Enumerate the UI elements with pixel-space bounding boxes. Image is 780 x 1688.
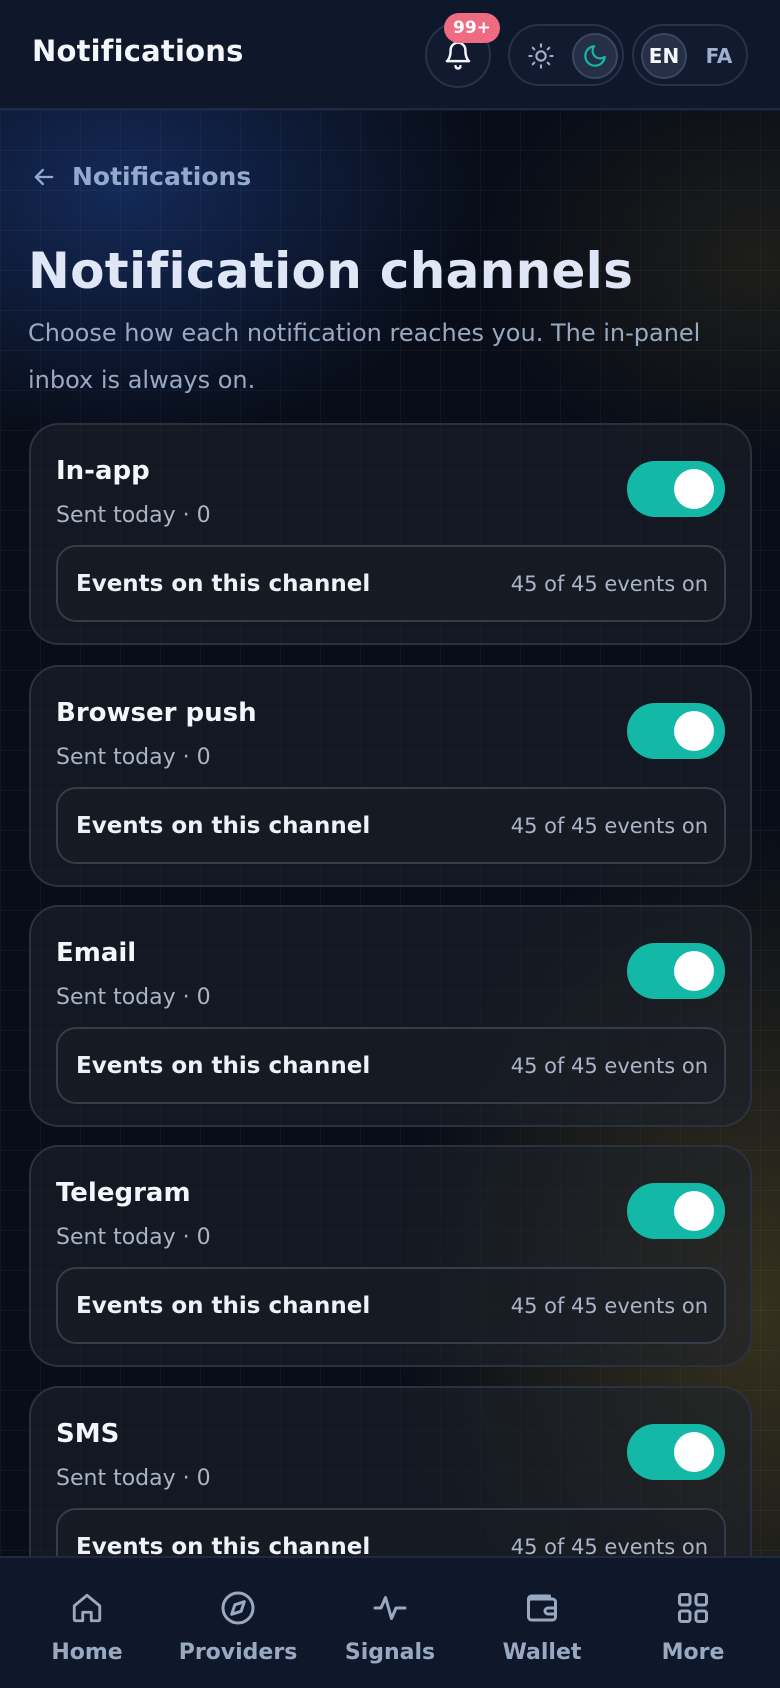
events-label: Events on this channel [76, 1534, 371, 1556]
activity-icon [370, 1588, 410, 1628]
events-label: Events on this channel [76, 813, 371, 839]
events-label: Events on this channel [76, 1053, 371, 1079]
channel-toggle[interactable] [627, 461, 725, 517]
channel-card-in-app: In-app Sent today · 0 Events on this cha… [29, 423, 752, 645]
nav-label: Providers [178, 1640, 298, 1665]
channel-card-telegram: Telegram Sent today · 0 Events on this c… [29, 1145, 752, 1367]
language-en-option[interactable]: EN [641, 33, 687, 79]
channel-events-row[interactable]: Events on this channel 45 of 45 events o… [56, 787, 726, 864]
events-count: 45 of 45 events on [510, 572, 708, 596]
channel-card-email: Email Sent today · 0 Events on this chan… [29, 905, 752, 1127]
page-subtitle: Choose how each notification reaches you… [28, 319, 701, 394]
channel-sent-today: Sent today · 0 [56, 503, 211, 528]
channel-name: Telegram [56, 1178, 191, 1208]
toggle-knob [674, 951, 714, 991]
channel-events-row[interactable]: Events on this channel 45 of 45 events o… [56, 1027, 726, 1104]
toggle-knob [674, 711, 714, 751]
nav-item-signals[interactable]: Signals [320, 1558, 460, 1688]
channel-name: Browser push [56, 698, 257, 728]
events-label: Events on this channel [76, 1293, 371, 1319]
channel-card-browser-push: Browser push Sent today · 0 Events on th… [29, 665, 752, 887]
language-fa-option[interactable]: FA [696, 33, 742, 79]
theme-toggle[interactable] [508, 24, 624, 86]
events-count: 45 of 45 events on [510, 1054, 708, 1078]
nav-item-providers[interactable]: Providers [168, 1558, 308, 1688]
light-theme-option[interactable] [524, 39, 558, 73]
toggle-knob [674, 1191, 714, 1231]
channel-events-row[interactable]: Events on this channel 45 of 45 events o… [56, 1267, 726, 1344]
grid-icon [673, 1588, 713, 1628]
sun-icon [528, 43, 554, 69]
nav-label: More [661, 1640, 725, 1665]
compass-icon [218, 1588, 258, 1628]
nav-label: Signals [344, 1640, 436, 1665]
channel-name: Email [56, 938, 137, 968]
channel-name: In-app [56, 456, 150, 486]
nav-label: Home [51, 1640, 123, 1665]
channel-card-sms: SMS Sent today · 0 Events on this channe… [29, 1386, 752, 1556]
home-icon [67, 1588, 107, 1628]
events-count: 45 of 45 events on [510, 1535, 708, 1556]
top-bar: Notifications 99+ EN FA [0, 0, 780, 110]
toggle-knob [674, 1432, 714, 1472]
wallet-icon [522, 1588, 562, 1628]
moon-icon [584, 45, 606, 67]
channel-toggle[interactable] [627, 1424, 725, 1480]
nav-item-home[interactable]: Home [17, 1558, 157, 1688]
nav-item-more[interactable]: More [623, 1558, 763, 1688]
dark-theme-option[interactable] [572, 33, 618, 79]
channel-sent-today: Sent today · 0 [56, 985, 211, 1010]
channel-name: SMS [56, 1419, 120, 1449]
channel-toggle[interactable] [627, 943, 725, 999]
channel-sent-today: Sent today · 0 [56, 1225, 211, 1250]
arrow-left-icon[interactable] [30, 163, 58, 191]
bell-icon [445, 41, 471, 70]
page-title: Notification channels [28, 242, 634, 300]
channel-sent-today: Sent today · 0 [56, 1466, 211, 1491]
language-toggle[interactable]: EN FA [632, 24, 748, 86]
app-title: Notifications [32, 34, 244, 68]
notification-count-badge: 99+ [444, 13, 500, 43]
events-count: 45 of 45 events on [510, 1294, 708, 1318]
nav-label: Wallet [502, 1640, 582, 1665]
breadcrumb-label[interactable]: Notifications [72, 162, 251, 191]
channel-toggle[interactable] [627, 1183, 725, 1239]
events-count: 45 of 45 events on [510, 814, 708, 838]
bottom-navigation: Home Providers Signals Wallet More [0, 1556, 780, 1688]
main-content: Notifications Notification channels Choo… [0, 110, 780, 1556]
channel-sent-today: Sent today · 0 [56, 745, 211, 770]
events-label: Events on this channel [76, 571, 371, 597]
nav-item-wallet[interactable]: Wallet [472, 1558, 612, 1688]
channel-events-row[interactable]: Events on this channel 45 of 45 events o… [56, 1508, 726, 1556]
toggle-knob [674, 469, 714, 509]
channel-toggle[interactable] [627, 703, 725, 759]
channel-events-row[interactable]: Events on this channel 45 of 45 events o… [56, 545, 726, 622]
breadcrumb[interactable]: Notifications [30, 162, 251, 191]
